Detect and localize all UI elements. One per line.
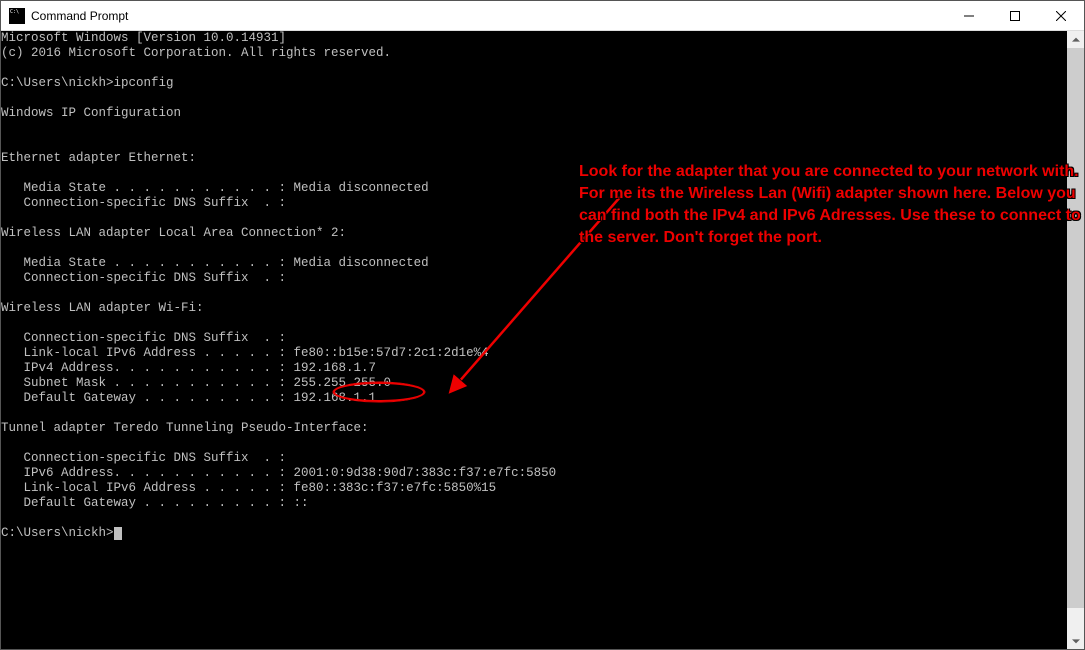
- teredo-ipv6-address: IPv6 Address. . . . . . . . . . . : 2001…: [1, 466, 556, 480]
- adapter-teredo-header: Tunnel adapter Teredo Tunneling Pseudo-I…: [1, 421, 369, 435]
- ethernet-media-state: Media State . . . . . . . . . . . : Medi…: [1, 181, 429, 195]
- scrollbar-up-button[interactable]: [1067, 31, 1084, 48]
- teredo-default-gateway: Default Gateway . . . . . . . . . : ::: [1, 496, 309, 510]
- scrollbar-thumb[interactable]: [1067, 48, 1084, 608]
- adapter-ethernet-header: Ethernet adapter Ethernet:: [1, 151, 196, 165]
- wlan2-dns-suffix: Connection-specific DNS Suffix . :: [1, 271, 286, 285]
- ethernet-dns-suffix: Connection-specific DNS Suffix . :: [1, 196, 286, 210]
- cmd-icon: [9, 8, 25, 24]
- close-icon: [1056, 11, 1066, 21]
- maximize-icon: [1010, 11, 1020, 21]
- chevron-up-icon: [1072, 36, 1080, 44]
- wifi-default-gateway: Default Gateway . . . . . . . . . : 192.…: [1, 391, 376, 405]
- titlebar[interactable]: Command Prompt: [1, 1, 1084, 31]
- teredo-dns-suffix: Connection-specific DNS Suffix . :: [1, 451, 286, 465]
- window-controls: [946, 1, 1084, 30]
- command-prompt-window: Command Prompt Microsoft Windows [Versio…: [0, 0, 1085, 650]
- adapter-wlan2-header: Wireless LAN adapter Local Area Connecti…: [1, 226, 346, 240]
- prompt-command: ipconfig: [114, 76, 174, 90]
- minimize-button[interactable]: [946, 1, 992, 30]
- line-ms-copyright: (c) 2016 Microsoft Corporation. All righ…: [1, 46, 391, 60]
- cursor: [114, 527, 122, 540]
- adapter-wifi-header: Wireless LAN adapter Wi-Fi:: [1, 301, 204, 315]
- wifi-dns-suffix: Connection-specific DNS Suffix . :: [1, 331, 286, 345]
- maximize-button[interactable]: [992, 1, 1038, 30]
- wifi-ipv4-address: IPv4 Address. . . . . . . . . . . : 192.…: [1, 361, 376, 375]
- wlan2-media-state: Media State . . . . . . . . . . . : Medi…: [1, 256, 429, 270]
- heading-ipconfig: Windows IP Configuration: [1, 106, 181, 120]
- line-ms-version: Microsoft Windows [Version 10.0.14931]: [1, 31, 286, 45]
- terminal-output[interactable]: Microsoft Windows [Version 10.0.14931] (…: [1, 31, 1067, 649]
- prompt-path-2: C:\Users\nickh>: [1, 526, 114, 540]
- terminal-area: Microsoft Windows [Version 10.0.14931] (…: [1, 31, 1084, 649]
- window-title: Command Prompt: [31, 9, 946, 23]
- teredo-link-local: Link-local IPv6 Address . . . . . : fe80…: [1, 481, 496, 495]
- chevron-down-icon: [1072, 637, 1080, 645]
- vertical-scrollbar[interactable]: [1067, 31, 1084, 649]
- prompt-path: C:\Users\nickh>: [1, 76, 114, 90]
- close-button[interactable]: [1038, 1, 1084, 30]
- wifi-subnet-mask: Subnet Mask . . . . . . . . . . . : 255.…: [1, 376, 391, 390]
- scrollbar-down-button[interactable]: [1067, 632, 1084, 649]
- wifi-ipv6-address: Link-local IPv6 Address . . . . . : fe80…: [1, 346, 489, 360]
- minimize-icon: [964, 11, 974, 21]
